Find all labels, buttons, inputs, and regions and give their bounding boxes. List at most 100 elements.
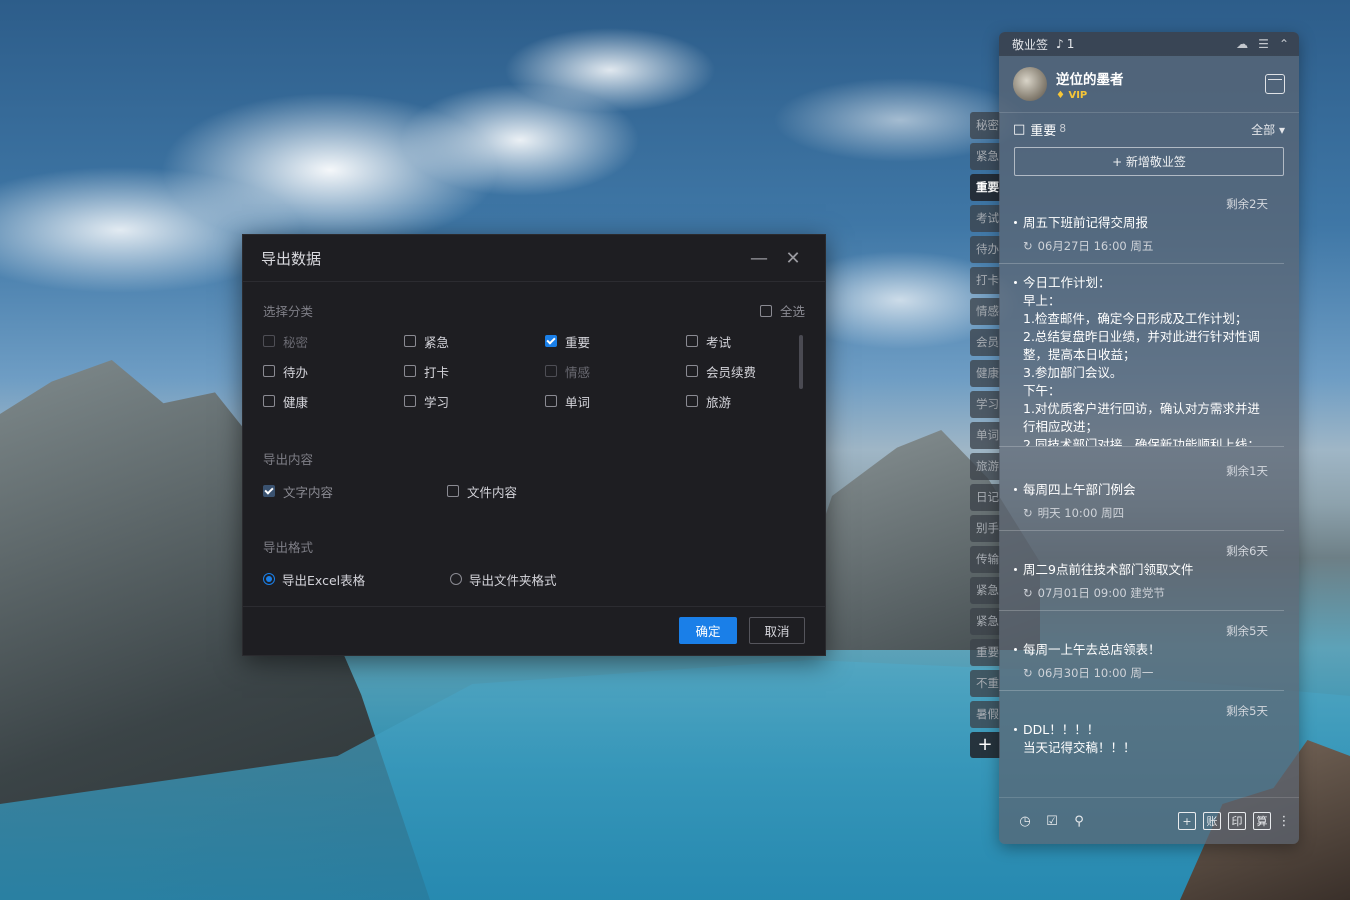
tab-diary[interactable]: 日记 [970, 484, 1000, 511]
format-excel-radio[interactable]: 导出Excel表格 [263, 571, 365, 588]
tab-secret[interactable]: 秘密 [970, 112, 1000, 139]
collapse-icon[interactable]: ⌃ [1279, 37, 1289, 51]
add-note-button[interactable]: + 新增敬业签 [1014, 147, 1284, 176]
content-file-checkbox[interactable]: 文件内容 [447, 483, 517, 500]
category-checkbox-membership[interactable]: 会员续费 [686, 363, 827, 380]
reminder-count: 1 [1066, 37, 1075, 51]
checkbox-box [404, 365, 416, 377]
select-all-checkbox[interactable]: 全选 [759, 301, 805, 320]
cloud-icon[interactable]: ☁ [1236, 37, 1248, 51]
tab-checkin[interactable]: 打卡 [970, 267, 1000, 294]
panel-footer: ◷ ☑ ⚲ + 账 印 算 ⋮ [999, 797, 1299, 844]
category-checkbox-words[interactable]: 单词 [545, 393, 686, 410]
select-all-label: 全选 [779, 304, 805, 319]
category-label: 考试 [706, 334, 732, 350]
cancel-button[interactable]: 取消 [749, 617, 805, 644]
close-icon[interactable]: ✕ [779, 244, 807, 272]
category-checkbox-study[interactable]: 学习 [404, 393, 545, 410]
remaining-days: 剩余1天 [1226, 464, 1268, 478]
bookmark-icon: □ [1013, 121, 1026, 137]
checkbox-box [447, 485, 459, 497]
category-label: 情感 [565, 364, 591, 380]
category-checkbox-secret[interactable]: 秘密 [263, 333, 404, 350]
category-checkbox-urgent[interactable]: 紧急 [404, 333, 545, 350]
category-checkbox-exam[interactable]: 考试 [686, 333, 827, 350]
menu-icon[interactable]: ☰ [1258, 37, 1269, 51]
checklist-icon[interactable]: ☑ [1043, 812, 1061, 830]
tab-summer[interactable]: 暑假 [970, 701, 1000, 728]
add-tab-button[interactable]: + [970, 732, 1000, 758]
tab-unimportant[interactable]: 不重 [970, 670, 1000, 697]
search-icon[interactable]: ⚲ [1070, 812, 1088, 830]
category-checkbox-travel[interactable]: 旅游 [686, 393, 827, 410]
radio-selected [263, 573, 275, 585]
tab-study[interactable]: 学习 [970, 391, 1000, 418]
content-section-label: 导出内容 [263, 452, 314, 467]
tab-exam[interactable]: 考试 [970, 205, 1000, 232]
tab-transfer[interactable]: 传输 [970, 546, 1000, 573]
tab-todo[interactable]: 待办 [970, 236, 1000, 263]
format-folder-label: 导出文件夹格式 [469, 572, 557, 588]
list-item[interactable]: 今日工作计划： 早上： 1.检查邮件，确定今日形成及工作计划； 2.总结复盘昨日… [999, 264, 1284, 447]
confirm-button[interactable]: 确定 [679, 617, 737, 644]
note-text: DDL！！！！ 当天记得交稿！！！ [1014, 721, 1268, 757]
format-folder-radio[interactable]: 导出文件夹格式 [450, 571, 557, 588]
tab-important[interactable]: 重要 [970, 174, 1000, 201]
category-label: 会员续费 [706, 364, 757, 380]
tab-health[interactable]: 健康 [970, 360, 1000, 387]
tab-emotion[interactable]: 情感 [970, 298, 1000, 325]
checkbox-box [686, 395, 698, 407]
note-meta: ↻ 06月30日 10:00 周一 [1023, 665, 1268, 681]
note-meta: ↻ 明天 10:00 周四 [1023, 505, 1268, 521]
tab-urgent-3[interactable]: 紧急 [970, 608, 1000, 635]
checkbox-box [263, 395, 275, 407]
repeat-icon: ↻ [1023, 586, 1033, 600]
category-label: 学习 [424, 394, 450, 410]
category-checkbox-checkin[interactable]: 打卡 [404, 363, 545, 380]
dialog-footer: 确定 取消 [243, 606, 825, 655]
category-label: 紧急 [424, 334, 450, 350]
list-item[interactable]: 剩余2天 周五下班前记得交周报 ↻ 06月27日 16:00 周五 [999, 192, 1284, 264]
sticky-notes-panel: 敬业签 ♪ 1 ☁ ☰ ⌃ 逆位的墨者 ♦ VIP □ 重要 8 全部 ▾ + … [999, 32, 1299, 844]
content-text-checkbox[interactable]: 文字内容 [263, 483, 333, 500]
checkbox-checked [263, 485, 275, 497]
checkbox-box [263, 365, 275, 377]
print-button[interactable]: 印 [1228, 812, 1246, 830]
checkbox-box [545, 395, 557, 407]
bell-icon[interactable]: ♪ [1056, 37, 1064, 51]
category-checkbox-health[interactable]: 健康 [263, 393, 404, 410]
category-checkbox-important[interactable]: 重要 [545, 333, 686, 350]
avatar[interactable] [1013, 67, 1047, 101]
filter-dropdown[interactable]: 全部 ▾ [1251, 121, 1285, 138]
list-item[interactable]: 剩余5天 DDL！！！！ 当天记得交稿！！！ [999, 691, 1284, 757]
tab-member[interactable]: 会员 [970, 329, 1000, 356]
note-text: 每周一上午去总店领表！ [1014, 641, 1268, 659]
list-item[interactable]: 剩余1天 每周四上午部门例会 ↻ 明天 10:00 周四 [999, 447, 1284, 531]
category-checkbox-emotion[interactable]: 情感 [545, 363, 686, 380]
tab-urgent-2[interactable]: 紧急 [970, 577, 1000, 604]
category-scrollbar[interactable] [799, 335, 803, 389]
remaining-days: 剩余2天 [1226, 197, 1268, 211]
tab-important-2[interactable]: 重要 [970, 639, 1000, 666]
add-icon[interactable]: + [1178, 812, 1196, 830]
clock-icon[interactable]: ◷ [1016, 812, 1034, 830]
tab-words[interactable]: 单词 [970, 422, 1000, 449]
list-item[interactable]: 剩余6天 周二9点前往技术部门领取文件 ↻ 07月01日 09:00 建党节 [999, 531, 1284, 611]
more-icon[interactable]: ⋮ [1275, 812, 1293, 830]
calendar-icon[interactable] [1265, 74, 1285, 94]
calculator-button[interactable]: 算 [1253, 812, 1271, 830]
vip-badge: ♦ VIP [1056, 89, 1088, 101]
minimize-icon[interactable]: — [745, 244, 773, 272]
ledger-button[interactable]: 账 [1203, 812, 1221, 830]
list-item[interactable]: 剩余5天 每周一上午去总店领表！ ↻ 06月30日 10:00 周一 [999, 611, 1284, 691]
tab-urgent[interactable]: 紧急 [970, 143, 1000, 170]
tab-travel[interactable]: 旅游 [970, 453, 1000, 480]
radio-unselected [450, 573, 462, 585]
repeat-icon: ↻ [1023, 666, 1033, 680]
remaining-days: 剩余5天 [1226, 624, 1268, 638]
tab-other[interactable]: 别手 [970, 515, 1000, 542]
checkbox-box [545, 365, 557, 377]
category-checkbox-todo[interactable]: 待办 [263, 363, 404, 380]
checkbox-box [686, 365, 698, 377]
checkbox-checked [545, 335, 557, 347]
